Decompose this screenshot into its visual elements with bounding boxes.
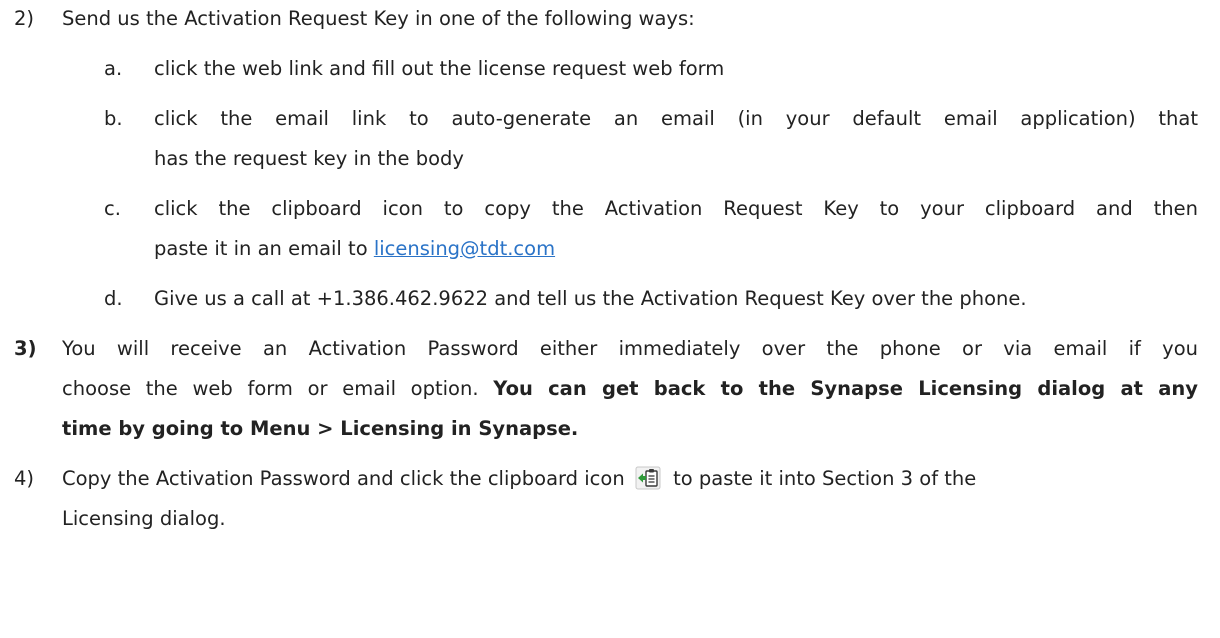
step-4-line-1: Copy the Activation Password and click t…	[62, 466, 976, 492]
step-3-number: 3)	[14, 337, 37, 360]
step-4-number: 4)	[14, 467, 35, 490]
item-a-text: click the web link and fill out the lice…	[154, 57, 725, 80]
step-4-line-1-suffix: to paste it into Section 3 of the	[673, 467, 977, 490]
item-a-letter: a.	[104, 57, 123, 80]
item-c-line-2-prefix: paste it in an email to	[154, 237, 374, 260]
step-3-line-2-bold: You can get back to the Synapse Licensin…	[493, 377, 1198, 400]
step-3-line-3-bold: time by going to Menu > Licensing in Syn…	[62, 417, 579, 440]
item-b-line-1: click the email link to auto-generate an…	[154, 107, 1198, 130]
licensing-email-link[interactable]: licensing@tdt.com	[374, 237, 555, 260]
step-4-line-1-prefix: Copy the Activation Password and click t…	[62, 467, 625, 490]
item-d-letter: d.	[104, 287, 123, 310]
step-2-number: 2)	[14, 7, 35, 30]
item-d-text: Give us a call at +1.386.462.9622 and te…	[154, 287, 1027, 310]
item-c-letter: c.	[104, 197, 121, 220]
step-2-text: Send us the Activation Request Key in on…	[62, 7, 695, 30]
item-c-line-2: paste it in an email to licensing@tdt.co…	[154, 236, 555, 262]
clipboard-paste-icon	[635, 466, 661, 490]
step-3-line-1: You will receive an Activation Password …	[62, 337, 1198, 360]
step-3-line-2-prefix: choose the web form or email option.	[62, 377, 494, 400]
step-4-line-2: Licensing dialog.	[62, 507, 226, 530]
item-b-line-2: has the request key in the body	[154, 147, 464, 170]
item-c-line-1: click the clipboard icon to copy the Act…	[154, 197, 1198, 220]
step-3-line-2: choose the web form or email option. You…	[62, 376, 1198, 402]
item-b-letter: b.	[104, 107, 123, 130]
